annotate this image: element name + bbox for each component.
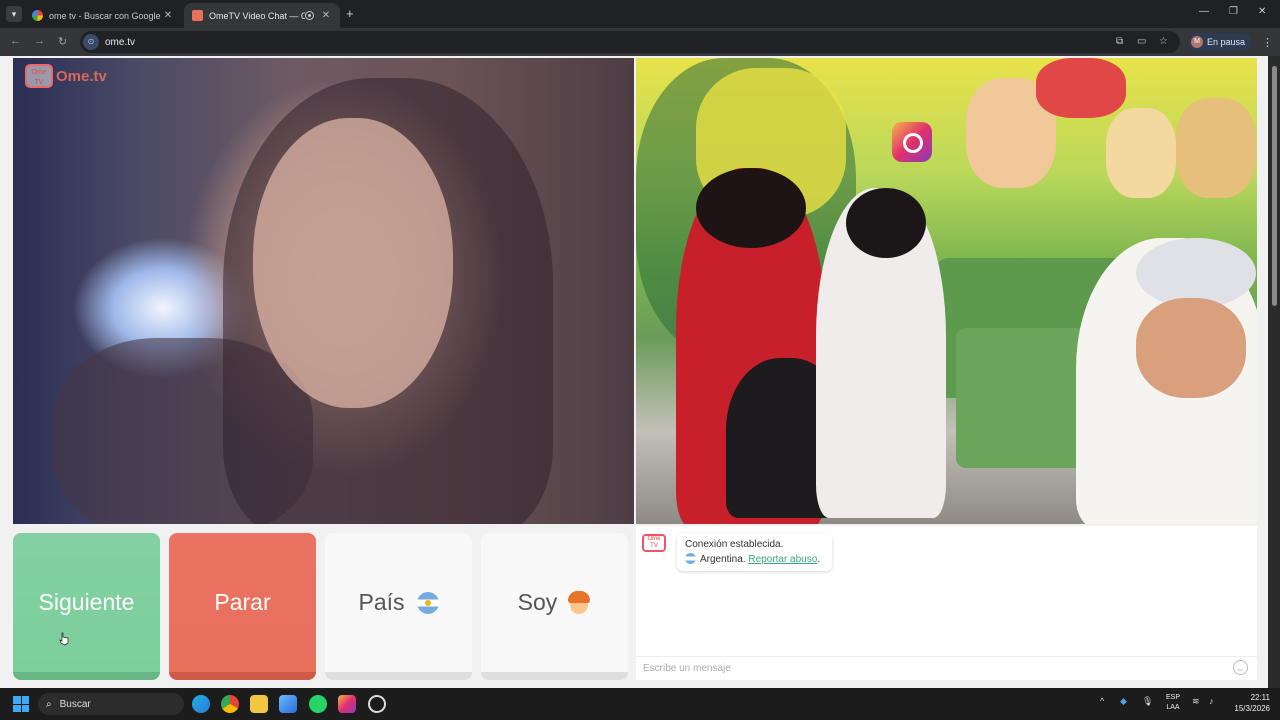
message-input[interactable]: Escribe un mensaje: [636, 656, 1257, 680]
partner-country-line: Argentina. Reportar abuso.: [685, 552, 824, 567]
partner-country: Argentina.: [700, 554, 746, 565]
chrome-icon[interactable]: [221, 695, 239, 713]
tab-title: OmeTV Video Chat — Ome: [209, 10, 305, 21]
mouse-cursor-icon: [59, 632, 69, 646]
bookmark-star-icon[interactable]: ☆: [1159, 36, 1168, 47]
minimize-icon[interactable]: —: [1199, 6, 1209, 17]
show-hidden-icons-icon[interactable]: ^: [1100, 696, 1104, 706]
tab-google-search[interactable]: ome tv - Buscar con Google ✕: [24, 3, 182, 28]
close-tab-icon[interactable]: ✕: [162, 10, 174, 21]
url-text: ome.tv: [105, 36, 136, 48]
microphone-icon[interactable]: 🎙: [1142, 696, 1153, 707]
cast-icon[interactable]: ▭: [1137, 36, 1146, 47]
tab-strip: ▾ ome tv - Buscar con Google ✕ OmeTV Vid…: [0, 0, 1280, 28]
avatar: M: [1191, 36, 1203, 48]
store-icon[interactable]: [279, 695, 297, 713]
stranger-video: [13, 58, 634, 524]
gender-button[interactable]: Soy: [481, 533, 628, 680]
video-figure-face: [253, 118, 453, 408]
new-tab-button[interactable]: +: [346, 6, 354, 21]
tab-ometv[interactable]: OmeTV Video Chat — Ome ✕: [184, 3, 340, 28]
address-bar[interactable]: ⊙ ome.tv: [80, 31, 1180, 53]
close-tab-icon[interactable]: ✕: [320, 10, 332, 21]
emoji-icon[interactable]: [1233, 660, 1248, 675]
forward-icon[interactable]: →: [34, 35, 45, 47]
menu-icon[interactable]: ⋮: [1262, 36, 1273, 49]
file-explorer-icon[interactable]: [250, 695, 268, 713]
system-message: Conexión establecida. Argentina. Reporta…: [677, 533, 832, 571]
taskbar-search[interactable]: ⌕ Buscar: [38, 693, 184, 715]
language-code: ESP: [1165, 694, 1180, 701]
site-info-icon[interactable]: ⊙: [83, 34, 99, 50]
clock-time: 22:11: [1250, 693, 1270, 702]
instagram-graffiti-icon: [892, 122, 932, 162]
self-video: [636, 58, 1257, 524]
ometv-logo: Ome TV Ome.tv: [25, 64, 107, 88]
weather-icon[interactable]: ◆: [1120, 696, 1127, 707]
gender-label: Soy: [517, 589, 558, 615]
connection-status: Conexión establecida.: [685, 539, 784, 550]
argentina-flag-icon: [685, 553, 696, 564]
wifi-icon[interactable]: ≋: [1192, 696, 1200, 707]
recording-icon: [305, 11, 314, 20]
language-indicator[interactable]: ESP LAA: [1164, 693, 1182, 713]
next-button[interactable]: Siguiente: [13, 533, 160, 680]
back-icon[interactable]: ←: [10, 35, 21, 47]
video-person-2-hair: [846, 188, 926, 258]
tab-search-button[interactable]: ▾: [6, 6, 22, 22]
browser-toolbar: ← → ↻ ⊙ ome.tv ⧉ ▭ ☆: [0, 28, 1280, 56]
argentina-flag-icon: [416, 591, 439, 614]
instagram-icon[interactable]: [338, 695, 356, 713]
profile-button[interactable]: M En pausa: [1188, 33, 1252, 51]
report-abuse-link[interactable]: Reportar abuso: [748, 554, 817, 565]
taskbar-clock[interactable]: 22:11 15/3/2026: [1226, 692, 1270, 714]
volume-icon[interactable]: ♪: [1209, 696, 1214, 706]
translate-icon[interactable]: ⧉: [1116, 36, 1123, 47]
scrollbar-thumb[interactable]: [1272, 66, 1277, 306]
whatsapp-icon[interactable]: [309, 695, 327, 713]
google-icon: [32, 10, 43, 21]
country-button[interactable]: País: [325, 533, 472, 680]
windows-start-icon[interactable]: [13, 696, 29, 712]
taskbar-search-label: Buscar: [59, 698, 91, 710]
video-person-1-hair: [696, 168, 806, 248]
report-suffix: .: [817, 554, 821, 565]
country-label: País: [358, 589, 405, 615]
tv-icon: Ome TV: [25, 64, 53, 88]
openai-icon[interactable]: [368, 695, 386, 713]
tab-title: ome tv - Buscar con Google: [49, 10, 161, 21]
page-scrollbar[interactable]: [1268, 56, 1280, 688]
boy-emoji-icon: [567, 590, 591, 615]
stop-button[interactable]: Parar: [169, 533, 316, 680]
logo-text: Ome.tv: [56, 67, 107, 85]
chat-ometv-icon: Ome TV: [642, 534, 666, 552]
stop-label: Parar: [214, 589, 271, 615]
close-window-icon[interactable]: ✕: [1258, 6, 1266, 17]
ometv-favicon-icon: [192, 10, 203, 21]
next-label: Siguiente: [38, 589, 135, 615]
profile-label: En pausa: [1207, 37, 1246, 47]
edge-icon[interactable]: [192, 695, 210, 713]
reload-icon[interactable]: ↻: [58, 35, 67, 48]
clock-date: 15/3/2026: [1234, 704, 1270, 713]
video-person-3-face: [1136, 298, 1246, 398]
restore-icon[interactable]: ❐: [1229, 6, 1238, 17]
keyboard-layout: LAA: [1166, 704, 1180, 711]
search-icon: ⌕: [46, 698, 52, 710]
